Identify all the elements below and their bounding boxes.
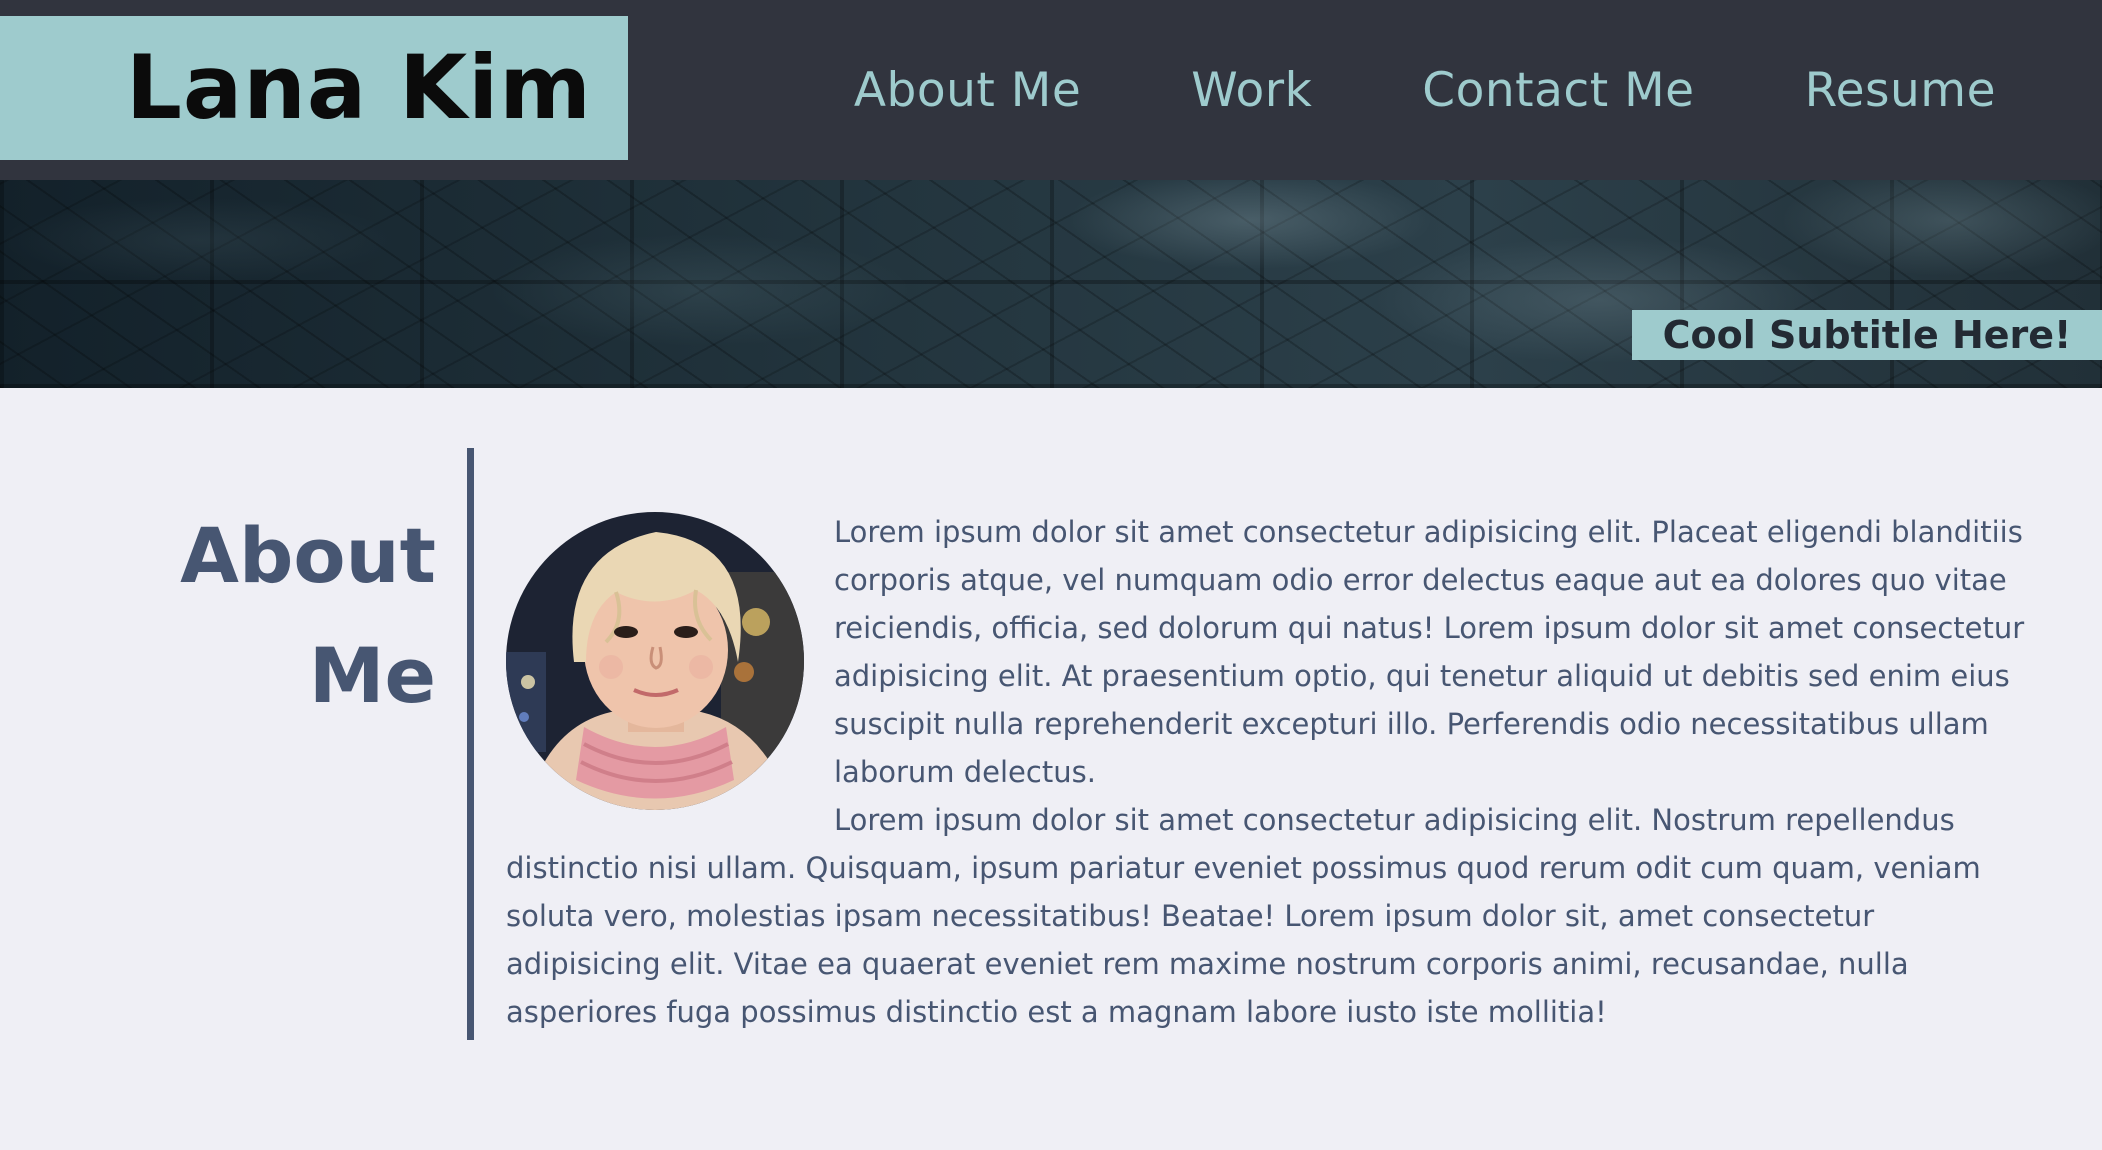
subtitle-text: Cool Subtitle Here!	[1662, 313, 2072, 357]
about-heading: About Me	[180, 511, 436, 720]
site-title: Lana Kim	[125, 36, 592, 139]
site-header: Lana Kim About Me Work Contact Me Resume	[0, 0, 2102, 180]
subtitle-badge: Cool Subtitle Here!	[1632, 310, 2102, 360]
brand-block: Lana Kim	[0, 16, 628, 160]
nav-link-work[interactable]: Work	[1191, 63, 1312, 118]
about-paragraph-2: Lorem ipsum dolor sit amet consectetur a…	[506, 803, 1981, 1029]
nav-link-resume[interactable]: Resume	[1805, 63, 1996, 118]
profile-photo	[506, 512, 804, 810]
main-nav: About Me Work Contact Me Resume	[854, 0, 1996, 180]
about-content: Lorem ipsum dolor sit amet consectetur a…	[506, 508, 2026, 1036]
nav-link-contact-me[interactable]: Contact Me	[1422, 63, 1694, 118]
hero-banner: Cool Subtitle Here!	[0, 180, 2102, 388]
section-divider	[467, 448, 474, 1040]
nav-link-about-me[interactable]: About Me	[854, 63, 1081, 118]
